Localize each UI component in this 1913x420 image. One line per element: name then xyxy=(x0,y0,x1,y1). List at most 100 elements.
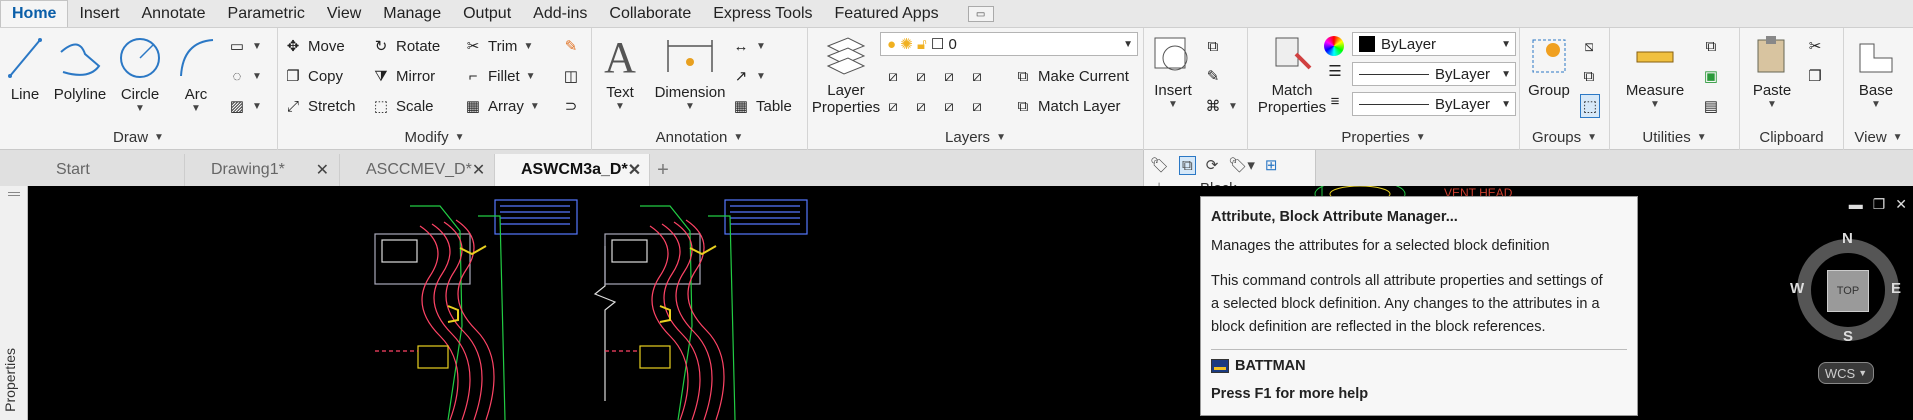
trim-button[interactable]: ✂ Trim ▼ xyxy=(464,34,534,58)
compass-north[interactable]: N xyxy=(1842,230,1853,247)
synchronize-icon[interactable]: ⟳ xyxy=(1206,156,1219,175)
select-all-button[interactable]: ▣ xyxy=(1702,64,1720,88)
close-tab-icon[interactable]: ✕ xyxy=(628,160,641,180)
tab-parametric[interactable]: Parametric xyxy=(217,0,316,27)
layer-isolate-icon[interactable]: ⧄ xyxy=(912,67,930,85)
circle-button[interactable]: Circle ▼ xyxy=(116,34,164,114)
match-properties-button[interactable]: Match Properties xyxy=(1254,34,1330,116)
clipboard-panel-title[interactable]: Clipboard xyxy=(1740,127,1843,147)
fillet-button[interactable]: ⌐ Fillet ▼ xyxy=(464,64,536,88)
group-edit-button[interactable]: ⧉ xyxy=(1580,64,1598,88)
color-dropdown[interactable]: ByLayer ▼ xyxy=(1352,32,1516,56)
viewcube-top-face[interactable]: TOP xyxy=(1827,270,1869,312)
tab-view[interactable]: View xyxy=(316,0,372,27)
define-attributes-icon[interactable]: 🏷︎ xyxy=(1150,156,1169,175)
cut-button[interactable]: ✂ xyxy=(1806,34,1824,58)
scale-button[interactable]: ⬚ Scale xyxy=(372,94,434,118)
restore-viewport-icon[interactable]: ❐ xyxy=(1873,196,1886,213)
tab-home[interactable]: Home xyxy=(0,0,69,27)
block-editor-icon[interactable]: ⊞ xyxy=(1265,156,1278,175)
close-tab-icon[interactable]: ✕ xyxy=(316,160,329,180)
make-current-button[interactable]: ⧉ Make Current xyxy=(1014,64,1129,88)
tab-output[interactable]: Output xyxy=(452,0,522,27)
file-tab-drawing1[interactable]: Drawing1* ✕ xyxy=(185,154,340,186)
lineweight-dropdown[interactable]: ByLayer ▼ xyxy=(1352,92,1516,116)
calculator-button[interactable]: ▤ xyxy=(1702,94,1720,118)
tab-collaborate[interactable]: Collaborate xyxy=(598,0,702,27)
minimize-viewport-icon[interactable]: ▬ xyxy=(1849,196,1863,213)
match-layer-button[interactable]: ⧉ Match Layer xyxy=(1014,94,1121,118)
stretch-button[interactable]: ⤢ Stretch xyxy=(284,94,356,118)
view-panel-title[interactable]: View ▼ xyxy=(1844,127,1913,147)
color-wheel-icon[interactable] xyxy=(1324,36,1344,56)
group-button[interactable]: Group xyxy=(1524,34,1574,99)
properties-panel-title[interactable]: Properties ▼ xyxy=(1248,127,1519,147)
circle-dropdown-icon[interactable]: ▼ xyxy=(116,103,164,114)
tab-insert[interactable]: Insert xyxy=(68,0,130,27)
attribute-display-icon[interactable]: 🏷︎▾ xyxy=(1228,156,1255,175)
layer-dropdown[interactable]: ● ✺ 🔓︎ ☐ 0 ▼ xyxy=(880,32,1138,56)
erase-button[interactable]: ✎ xyxy=(562,34,580,58)
tab-manage[interactable]: Manage xyxy=(372,0,452,27)
layer-thaw-all-icon[interactable]: ⧄ xyxy=(940,97,958,115)
file-tab-aswcm3a[interactable]: ASWCM3a_D* ✕ xyxy=(495,154,650,186)
ucs-menu-button[interactable]: WCS ▼ xyxy=(1818,362,1874,384)
layer-unlock-all-icon[interactable]: ⧄ xyxy=(968,97,986,115)
layer-properties-button[interactable]: Layer Properties xyxy=(808,34,884,116)
measure-button[interactable]: Measure ▼ xyxy=(1614,34,1696,110)
mirror-button[interactable]: ⧩ Mirror xyxy=(372,64,435,88)
close-viewport-icon[interactable]: ✕ xyxy=(1895,196,1907,213)
ungroup-button[interactable]: ⧅ xyxy=(1580,34,1598,58)
tab-add-ins[interactable]: Add-ins xyxy=(522,0,598,27)
arc-dropdown-icon[interactable]: ▼ xyxy=(172,103,220,114)
compass-west[interactable]: W xyxy=(1790,280,1804,297)
file-tab-asccmev[interactable]: ASCCMEV_D* ✕ xyxy=(340,154,495,186)
tab-express-tools[interactable]: Express Tools xyxy=(702,0,823,27)
viewcube[interactable]: TOP N S E W xyxy=(1790,230,1906,348)
copy-clip-button[interactable]: ❐ xyxy=(1806,64,1824,88)
text-button[interactable]: A Text ▼ xyxy=(600,32,640,112)
polyline-button[interactable]: Polyline xyxy=(50,34,110,103)
leader-button[interactable]: ↗ ▼ xyxy=(732,64,766,88)
edit-attributes-button[interactable]: ⌘ ▼ xyxy=(1204,94,1238,118)
offset-button[interactable]: ⊃ xyxy=(562,94,580,118)
linetype-dropdown[interactable]: ByLayer ▼ xyxy=(1352,62,1516,86)
linear-dim-button[interactable]: ↔ ▼ xyxy=(732,34,766,58)
tab-annotate[interactable]: Annotate xyxy=(130,0,216,27)
groups-panel-title[interactable]: Groups ▼ xyxy=(1520,127,1609,147)
explode-button[interactable]: ◫ xyxy=(562,64,580,88)
manage-attributes-icon[interactable]: ⧉ xyxy=(1179,156,1196,175)
ribbon-minimize-button[interactable]: ▭ xyxy=(967,6,994,22)
annotation-panel-title[interactable]: Annotation ▼ xyxy=(592,127,807,147)
hatch-button[interactable]: ▨ ▼ xyxy=(228,94,262,118)
close-tab-icon[interactable]: ✕ xyxy=(472,160,485,180)
tab-featured-apps[interactable]: Featured Apps xyxy=(824,0,950,27)
layer-off-icon[interactable]: ⧄ xyxy=(884,67,902,85)
line-button[interactable]: Line xyxy=(6,34,44,103)
layer-on-all-icon[interactable]: ⧄ xyxy=(884,97,902,115)
compass-east[interactable]: E xyxy=(1891,280,1901,297)
utilities-panel-title[interactable]: Utilities ▼ xyxy=(1610,127,1739,147)
ellipse-button[interactable]: ◌ ▼ xyxy=(228,64,262,88)
edit-block-button[interactable]: ✎ xyxy=(1204,64,1222,88)
new-tab-button[interactable]: + xyxy=(650,154,676,186)
array-button[interactable]: ▦ Array ▼ xyxy=(464,94,540,118)
layer-freeze-icon[interactable]: ⧄ xyxy=(940,67,958,85)
compass-south[interactable]: S xyxy=(1843,328,1853,345)
quick-select-button[interactable]: ⧉ xyxy=(1702,34,1720,58)
group-selection-button[interactable]: ⬚ xyxy=(1580,94,1600,118)
table-button[interactable]: ▦ Table xyxy=(732,94,792,118)
insert-button[interactable]: Insert ▼ xyxy=(1146,34,1200,110)
paste-button[interactable]: Paste ▼ xyxy=(1744,34,1800,110)
modify-panel-title[interactable]: Modify ▼ xyxy=(278,127,591,147)
base-button[interactable]: Base ▼ xyxy=(1850,34,1902,110)
arc-button[interactable]: Arc ▼ xyxy=(172,34,220,114)
layers-panel-title[interactable]: Layers ▼ xyxy=(808,127,1143,147)
rotate-button[interactable]: ↻ Rotate xyxy=(372,34,441,58)
draw-panel-title[interactable]: Draw ▼ xyxy=(0,127,277,147)
layer-lock-icon[interactable]: ⧄ xyxy=(968,67,986,85)
move-button[interactable]: ✥ Move xyxy=(284,34,345,58)
file-tab-start[interactable]: Start xyxy=(30,154,185,186)
rectangle-button[interactable]: ▭ ▼ xyxy=(228,34,262,58)
copy-button[interactable]: ❐ Copy xyxy=(284,64,343,88)
